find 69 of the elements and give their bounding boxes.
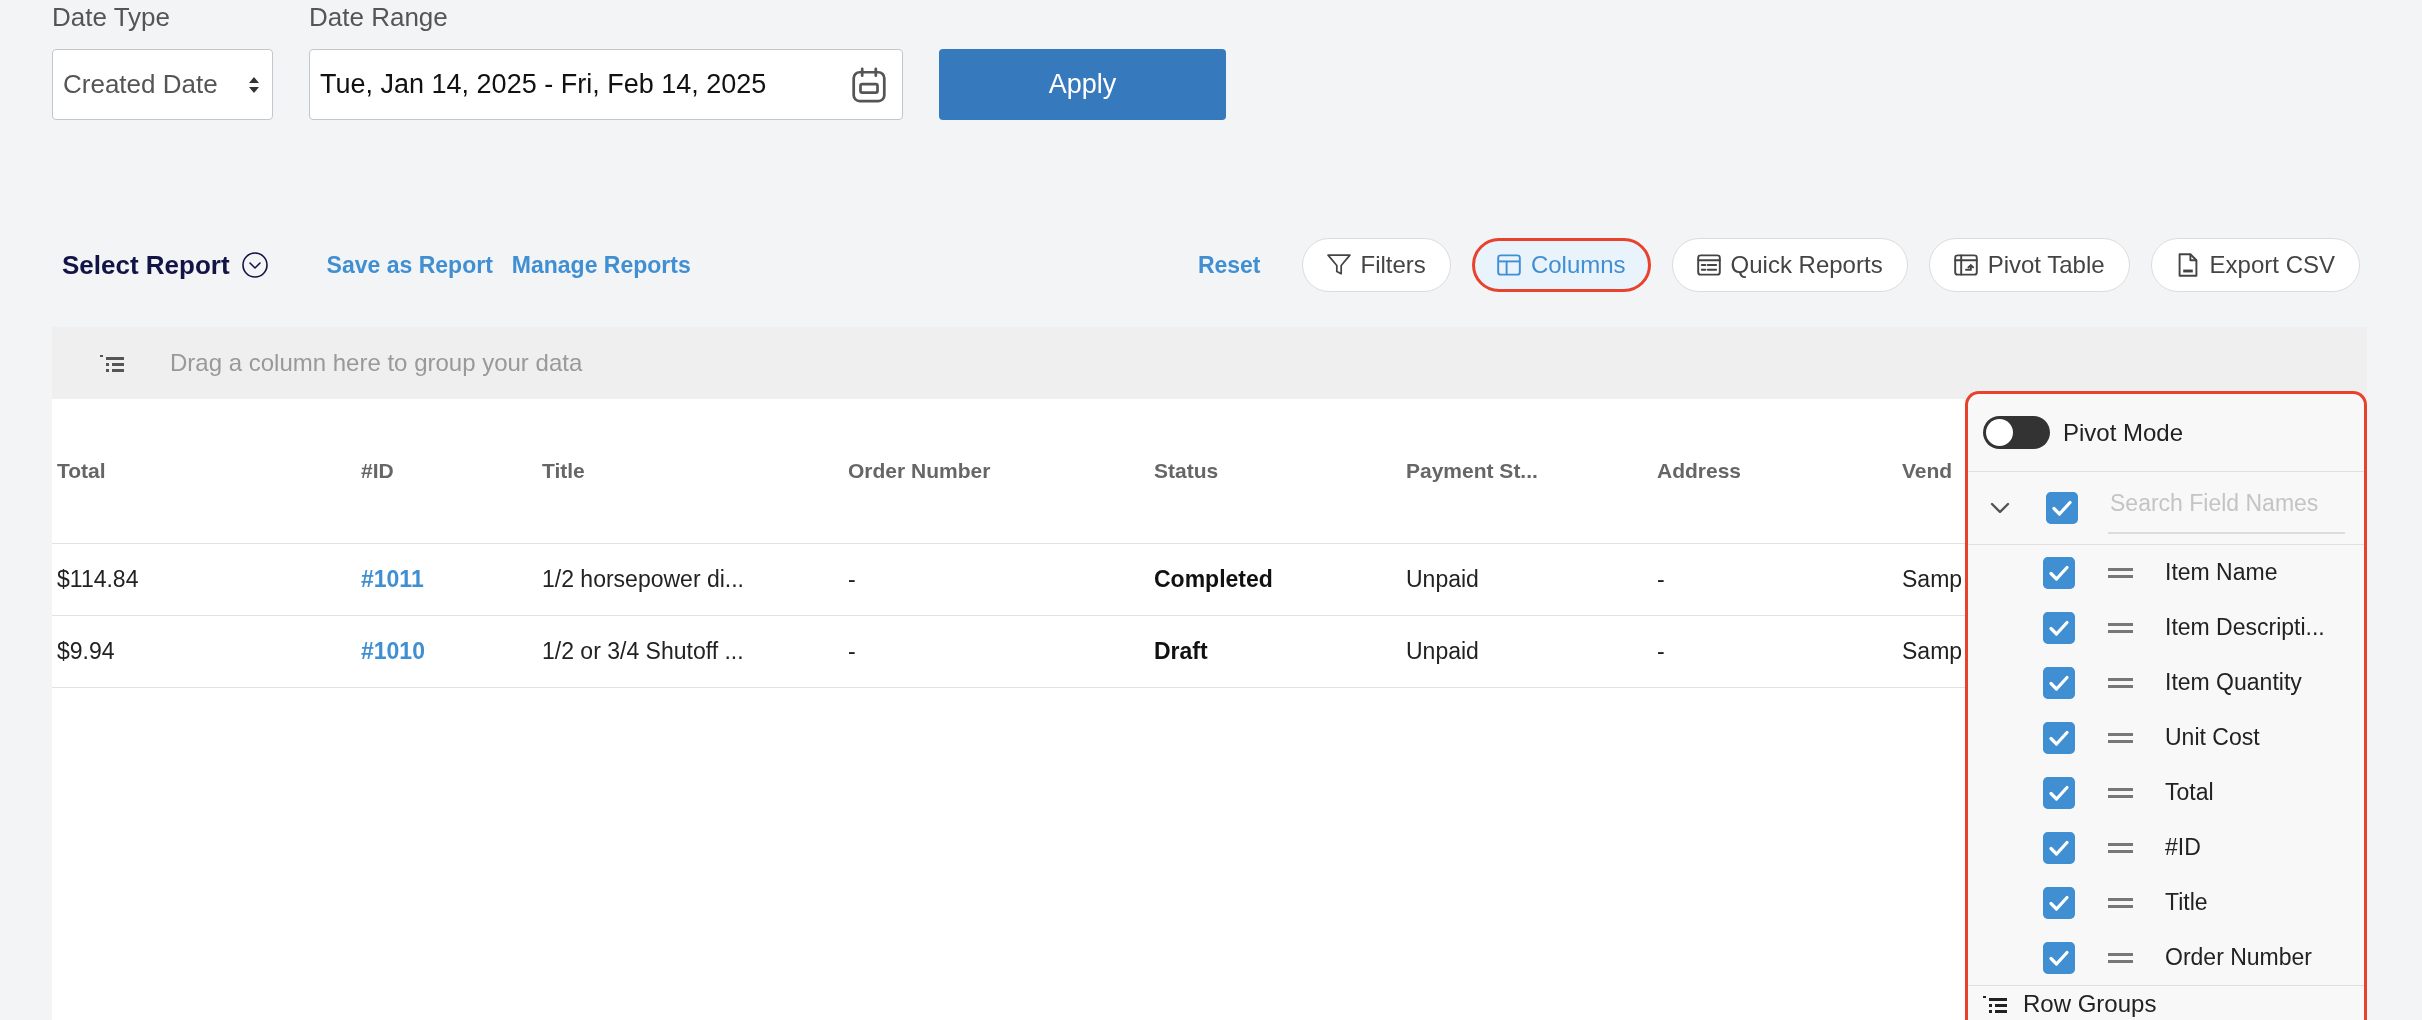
checkbox[interactable]: [2043, 556, 2075, 589]
toolbar-button[interactable]: Quick Reports: [1671, 238, 1908, 292]
field-name: Item Descripti...: [2165, 614, 2325, 641]
column-header: Total: [57, 459, 106, 482]
table-cell: Unpaid: [1406, 638, 1479, 664]
field-name: Item Quantity: [2165, 669, 2302, 696]
field-label: Date Type: [52, 2, 171, 32]
table-cell: Completed: [1154, 566, 1273, 592]
toolbar-button[interactable]: Pivot Table: [1928, 238, 2130, 292]
field-name: #ID: [2165, 834, 2201, 861]
checkbox[interactable]: [2043, 886, 2075, 919]
drag-handle-icon[interactable]: [2108, 567, 2133, 578]
checkbox[interactable]: [2043, 776, 2075, 809]
drag-handle-icon[interactable]: [2108, 622, 2133, 633]
field-name: Unit Cost: [2165, 724, 2260, 751]
table-layout-icon: [1496, 253, 1521, 277]
apply-button[interactable]: Apply: [939, 49, 1226, 120]
drag-handle-icon[interactable]: [2108, 952, 2133, 963]
toolbar-button[interactable]: Export CSV: [2150, 238, 2360, 292]
drag-handle-icon[interactable]: [2108, 842, 2133, 853]
drop-zone-hint: Drag a column here to group your data: [170, 349, 583, 377]
checkbox[interactable]: [2046, 492, 2078, 524]
table-cell: -: [1657, 638, 1665, 664]
field-name: Title: [2165, 889, 2208, 916]
table-cell: -: [1657, 566, 1665, 592]
column-header: Vend: [1902, 459, 1953, 482]
checkbox[interactable]: [2043, 666, 2075, 699]
list-indent-icon: [100, 354, 124, 372]
calendar-icon: [852, 66, 886, 103]
checkbox[interactable]: [2043, 831, 2075, 864]
field-name: Item Name: [2165, 559, 2278, 586]
table-cell: Samp: [1902, 638, 1963, 664]
section-title[interactable]: Row Groups: [2023, 990, 2157, 1018]
table-cell: 1/2 horsepower di...: [542, 566, 744, 592]
drag-handle-icon[interactable]: [2108, 677, 2133, 688]
column-header: Payment St...: [1406, 459, 1538, 482]
drag-handle-icon[interactable]: [2108, 897, 2133, 908]
chevron-icon[interactable]: [1990, 502, 2010, 514]
card-list-icon: [1696, 253, 1721, 277]
checkbox[interactable]: [2043, 721, 2075, 754]
table-cell: $9.94: [57, 638, 115, 664]
table-cell: 1/2 or 3/4 Shutoff ...: [542, 638, 744, 664]
table-cell: -: [848, 566, 856, 592]
date-type-select[interactable]: Created Date: [52, 49, 273, 120]
list-indent-icon: [1983, 995, 2007, 1013]
checkbox[interactable]: [2043, 611, 2075, 644]
column-header: Status: [1154, 459, 1219, 482]
field-name: Total: [2165, 779, 2214, 806]
drag-handle-icon[interactable]: [2108, 732, 2133, 743]
table-cell: Unpaid: [1406, 566, 1479, 592]
funnel-icon: [1326, 253, 1351, 277]
table-cell: Samp: [1902, 566, 1963, 592]
select-report-dropdown[interactable]: Select Report: [62, 249, 268, 281]
field-label: Date Range: [309, 2, 448, 32]
chevron-circle-icon: [241, 252, 268, 278]
column-header: #ID: [361, 459, 394, 482]
field-name: Order Number: [2165, 944, 2312, 971]
toggle-label: Pivot Mode: [2063, 418, 2184, 447]
column-header: Order Number: [848, 459, 991, 482]
pivot-mode-toggle[interactable]: [1983, 416, 2050, 449]
table-cell: -: [848, 638, 856, 664]
column-header: Title: [542, 459, 585, 482]
table-cell: $114.84: [57, 566, 139, 592]
table-cell: Draft: [1154, 638, 1208, 664]
drag-handle-icon[interactable]: [2108, 787, 2133, 798]
date-range-field[interactable]: Tue, Jan 14, 2025 - Fri, Feb 14, 2025: [309, 49, 903, 120]
column-header: Address: [1657, 459, 1742, 482]
toolbar-button[interactable]: Filters: [1301, 238, 1451, 292]
checkbox[interactable]: [2043, 941, 2075, 974]
